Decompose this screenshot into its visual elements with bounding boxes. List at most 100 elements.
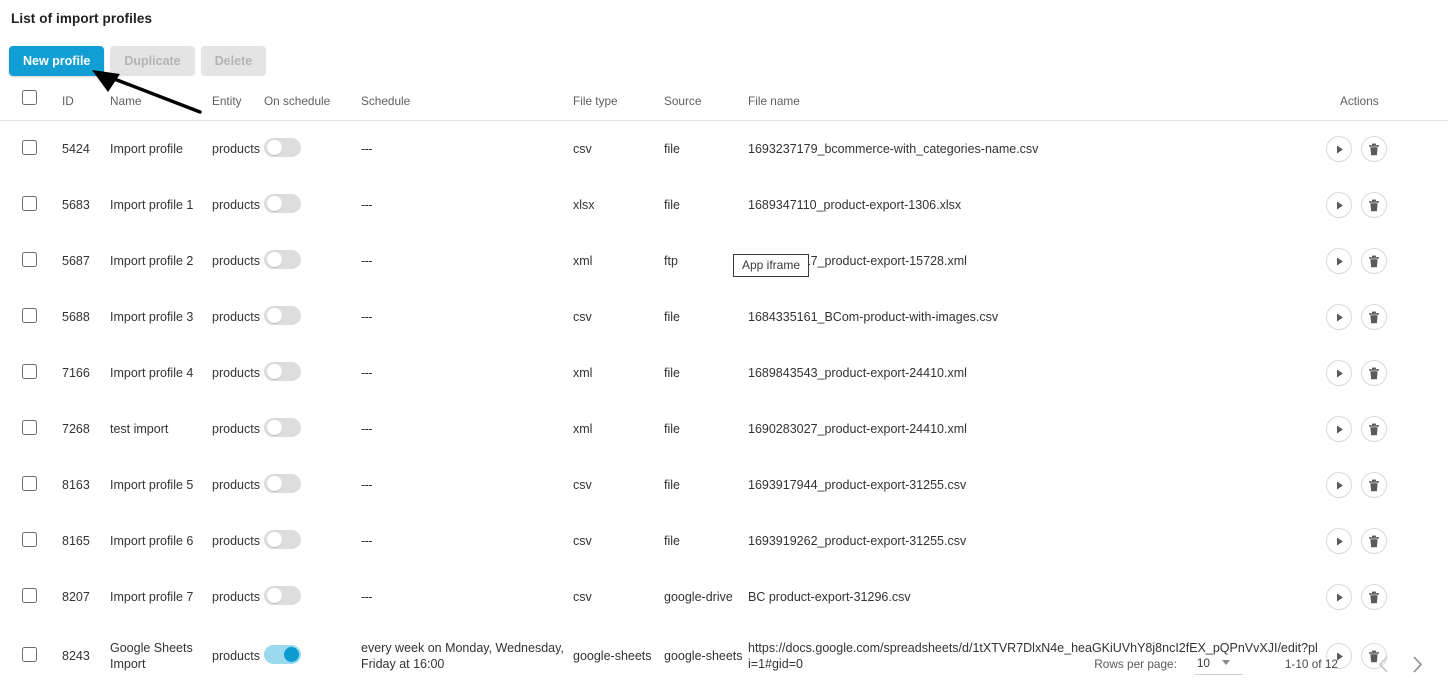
run-profile-button[interactable]	[1326, 136, 1352, 162]
table-row[interactable]: 7166 Import profile 4 products --- xml file 16…	[0, 345, 1448, 401]
row-checkbox[interactable]	[22, 196, 37, 211]
pagination-range: 1-10 of 12	[1284, 657, 1338, 671]
delete-profile-button[interactable]	[1361, 136, 1387, 162]
delete-profile-button[interactable]	[1361, 584, 1387, 610]
row-checkbox[interactable]	[22, 647, 37, 662]
column-header-id[interactable]: ID	[62, 90, 110, 121]
cell-file-name: 1684332217_product-export-15728.xml	[748, 254, 967, 268]
select-all-checkbox[interactable]	[22, 90, 37, 105]
table-row[interactable]: 8165 Import profile 6 products --- csv file 16…	[0, 513, 1448, 569]
rows-per-page-select[interactable]: 10	[1194, 654, 1243, 675]
cell-entity: products	[212, 254, 260, 268]
table-row[interactable]: 5687 Import profile 2 products --- xml ftp 168…	[0, 233, 1448, 289]
row-checkbox[interactable]	[22, 364, 37, 379]
previous-page-button[interactable]	[1366, 647, 1400, 681]
cell-file-type: csv	[573, 310, 592, 324]
table-row[interactable]: 5683 Import profile 1 products --- xlsx file 1…	[0, 177, 1448, 233]
row-checkbox[interactable]	[22, 588, 37, 603]
column-header-schedule[interactable]: Schedule	[361, 90, 573, 121]
play-icon	[1336, 481, 1343, 489]
cell-id: 7268	[62, 422, 90, 436]
row-checkbox[interactable]	[22, 532, 37, 547]
row-checkbox[interactable]	[22, 252, 37, 267]
cell-name: test import	[110, 422, 169, 436]
delete-profile-button[interactable]	[1361, 528, 1387, 554]
toggle-knob	[283, 647, 299, 662]
cell-actions	[1318, 121, 1448, 178]
row-checkbox[interactable]	[22, 420, 37, 435]
cell-schedule: ---	[361, 310, 373, 324]
column-header-file-type[interactable]: File type	[573, 90, 664, 121]
cell-on-schedule	[264, 569, 361, 625]
on-schedule-toggle[interactable]	[264, 250, 301, 269]
trash-icon	[1369, 199, 1379, 211]
import-profiles-table-wrapper: ID Name Entity On schedule Schedule File…	[0, 90, 1448, 687]
row-select-cell	[0, 401, 62, 457]
delete-profile-button[interactable]	[1361, 472, 1387, 498]
on-schedule-toggle[interactable]	[264, 474, 301, 493]
table-row[interactable]: 5688 Import profile 3 products --- csv file 16…	[0, 289, 1448, 345]
column-header-file-name[interactable]: File name	[748, 90, 1318, 121]
toggle-knob	[266, 588, 282, 603]
cell-name: Import profile 5	[110, 478, 194, 492]
trash-icon	[1369, 311, 1379, 323]
on-schedule-toggle[interactable]	[264, 530, 301, 549]
on-schedule-toggle[interactable]	[264, 306, 301, 325]
next-page-button[interactable]	[1400, 647, 1434, 681]
cell-source: file	[664, 478, 680, 492]
delete-button[interactable]: Delete	[200, 46, 267, 76]
row-checkbox[interactable]	[22, 140, 37, 155]
run-profile-button[interactable]	[1326, 416, 1352, 442]
on-schedule-toggle[interactable]	[264, 418, 301, 437]
table-row[interactable]: 7268 test import products --- xml file 1690283…	[0, 401, 1448, 457]
table-row[interactable]: 8163 Import profile 5 products --- csv file 16…	[0, 457, 1448, 513]
on-schedule-toggle[interactable]	[264, 362, 301, 381]
on-schedule-toggle[interactable]	[264, 645, 301, 664]
on-schedule-toggle[interactable]	[264, 586, 301, 605]
run-profile-button[interactable]	[1326, 528, 1352, 554]
row-checkbox[interactable]	[22, 476, 37, 491]
cell-entity: products	[212, 534, 260, 548]
run-profile-button[interactable]	[1326, 584, 1352, 610]
cell-file-name: 1693919262_product-export-31255.csv	[748, 534, 967, 548]
delete-profile-button[interactable]	[1361, 416, 1387, 442]
trash-icon	[1369, 367, 1379, 379]
column-header-entity[interactable]: Entity	[212, 90, 264, 121]
toggle-knob	[266, 252, 282, 267]
row-actions	[1318, 360, 1448, 386]
column-header-name[interactable]: Name	[110, 90, 212, 121]
pagination: Rows per page: 10 1-10 of 12	[1094, 647, 1434, 681]
cell-entity: products	[212, 366, 260, 380]
delete-profile-button[interactable]	[1361, 248, 1387, 274]
run-profile-button[interactable]	[1326, 472, 1352, 498]
delete-profile-button[interactable]	[1361, 192, 1387, 218]
cell-schedule: ---	[361, 422, 373, 436]
column-header-source[interactable]: Source	[664, 90, 748, 121]
run-profile-button[interactable]	[1326, 192, 1352, 218]
cell-id: 8207	[62, 590, 90, 604]
cell-entity: products	[212, 590, 260, 604]
duplicate-button[interactable]: Duplicate	[110, 46, 195, 76]
cell-schedule: every week on Monday, Wednesday, Friday …	[361, 641, 564, 671]
trash-icon	[1369, 255, 1379, 267]
delete-profile-button[interactable]	[1361, 360, 1387, 386]
row-select-cell	[0, 569, 62, 625]
run-profile-button[interactable]	[1326, 360, 1352, 386]
table-row[interactable]: 5424 Import profile products --- csv file 1693…	[0, 121, 1448, 178]
cell-on-schedule	[264, 177, 361, 233]
cell-name: Import profile 4	[110, 366, 194, 380]
row-actions	[1318, 472, 1448, 498]
delete-profile-button[interactable]	[1361, 304, 1387, 330]
trash-icon	[1369, 479, 1379, 491]
toolbar: New profile Duplicate Delete	[9, 46, 267, 76]
row-select-cell	[0, 345, 62, 401]
new-profile-button[interactable]: New profile	[9, 46, 105, 76]
on-schedule-toggle[interactable]	[264, 194, 301, 213]
run-profile-button[interactable]	[1326, 304, 1352, 330]
toggle-knob	[266, 532, 282, 547]
run-profile-button[interactable]	[1326, 248, 1352, 274]
table-row[interactable]: 8207 Import profile 7 products --- csv google…	[0, 569, 1448, 625]
column-header-on-schedule[interactable]: On schedule	[264, 90, 361, 121]
row-checkbox[interactable]	[22, 308, 37, 323]
on-schedule-toggle[interactable]	[264, 138, 301, 157]
